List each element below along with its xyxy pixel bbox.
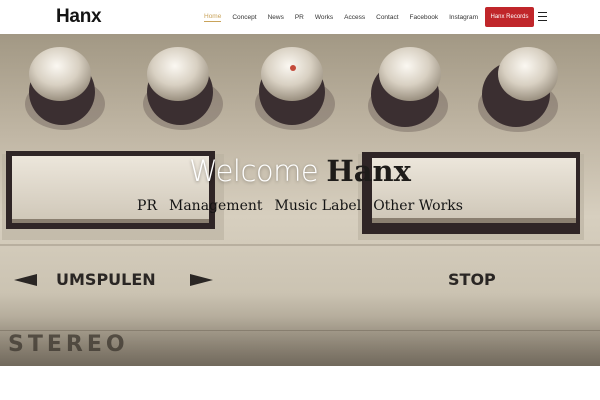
main-nav: Home Concept News PR Works Access Contac… [204,0,489,34]
hamburger-menu-icon[interactable] [538,12,547,21]
hero-title-light: Welcome [189,154,319,188]
knob-5 [478,47,558,132]
knob-4 [368,47,448,132]
indicator-dot [290,65,296,71]
menu-line [538,19,547,21]
nav-works[interactable]: Works [315,13,333,22]
knob-1 [25,47,105,130]
tag-other-works: Other Works [373,198,463,214]
tag-pr: PR [137,198,157,214]
nav-contact[interactable]: Contact [376,13,398,22]
tag-music-label: Music Label [274,198,362,214]
hero-title: Welcome Hanx [0,154,600,189]
nav-access[interactable]: Access [344,13,365,22]
rewind-arrow-right-icon [190,274,213,286]
site-logo[interactable]: Hanx [56,6,102,28]
stop-label: STOP [448,270,496,289]
nav-news[interactable]: News [268,13,284,22]
knob-3 [255,47,335,130]
site-header: Hanx Home Concept News PR Works Access C… [0,0,600,34]
menu-line [538,12,547,14]
rewind-label: UMSPULEN [56,270,156,289]
rewind-arrow-left-icon [14,274,37,286]
knob-2 [143,47,223,130]
nav-instagram[interactable]: Instagram [449,13,478,22]
hero-title-bold: Hanx [326,154,411,188]
nav-pr[interactable]: PR [295,13,304,22]
hero-section: UMSPULEN STOP STEREO Welcome Hanx PR Man… [0,34,600,366]
hero-tagline: PR Management Music Label Other Works [0,198,600,214]
menu-line [538,15,547,18]
nav-concept[interactable]: Concept [232,13,256,22]
nav-home[interactable]: Home [204,12,222,22]
hanx-records-button[interactable]: Hanx Records [485,7,534,27]
nav-facebook[interactable]: Facebook [410,13,439,22]
tag-management: Management [169,198,263,214]
stereo-label: STEREO [8,332,129,357]
